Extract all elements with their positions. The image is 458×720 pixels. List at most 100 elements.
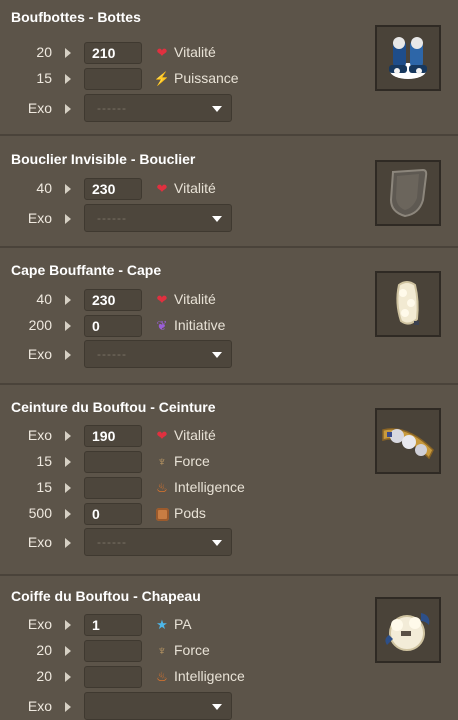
stat-level: 15: [36, 479, 52, 495]
expand-arrow-icon[interactable]: [65, 672, 71, 682]
heart-icon: ❤: [156, 428, 168, 443]
exo-placeholder: ------: [97, 535, 127, 549]
heart-icon: ❤: [156, 181, 168, 196]
stat-value-input[interactable]: [84, 640, 142, 662]
stat-label: Vitalité: [174, 44, 216, 60]
expand-arrow-icon[interactable]: [65, 620, 71, 630]
item-image: [375, 408, 441, 474]
item-title: Coiffe du Bouftou - Chapeau: [11, 588, 201, 604]
stat-level: 20: [36, 668, 52, 684]
stat-value-input[interactable]: 210: [84, 42, 142, 64]
stat-label: Initiative: [174, 317, 226, 333]
exo-label: Exo: [27, 346, 52, 362]
stat-value-input[interactable]: 190: [84, 425, 142, 447]
stat-level: 500: [28, 505, 52, 521]
stat-level: 40: [36, 180, 52, 196]
exo-label: Exo: [27, 210, 52, 226]
item-card: Boufbottes - Bottes 20 210 ❤ Vitalité 15…: [0, 0, 458, 136]
expand-arrow-icon[interactable]: [65, 457, 71, 467]
stat-row: Exo 190 ❤ Vitalité: [0, 425, 300, 447]
wing-icon: ❦: [156, 318, 168, 333]
star-icon: ★: [156, 617, 168, 632]
exo-placeholder: ------: [97, 101, 127, 115]
stat-label: Force: [174, 642, 210, 658]
stat-value-input[interactable]: [84, 477, 142, 499]
stat-row: 20 210 ❤ Vitalité: [0, 42, 300, 64]
chevron-down-icon: [212, 704, 222, 710]
lightning-icon: ⚡: [153, 71, 171, 86]
stat-label: Vitalité: [174, 180, 216, 196]
stat-label: Vitalité: [174, 291, 216, 307]
item-title: Ceinture du Bouftou - Ceinture: [11, 399, 216, 415]
exo-select[interactable]: ------: [84, 204, 232, 232]
boots-icon: [389, 37, 427, 79]
stat-label: Puissance: [174, 70, 239, 86]
expand-arrow-icon[interactable]: [65, 350, 71, 360]
exo-placeholder: ------: [97, 347, 127, 361]
exo-select[interactable]: [84, 692, 232, 720]
stat-level: Exo: [27, 616, 52, 632]
stat-level: 15: [36, 70, 52, 86]
expand-arrow-icon[interactable]: [65, 538, 71, 548]
stat-value-input[interactable]: [84, 68, 142, 90]
force-icon: ♆: [157, 454, 167, 469]
stat-value-input[interactable]: 230: [84, 289, 142, 311]
stat-row: 20 ♆ Force: [0, 640, 300, 662]
stat-level: 20: [36, 44, 52, 60]
expand-arrow-icon[interactable]: [65, 483, 71, 493]
chevron-down-icon: [212, 540, 222, 546]
hat-icon: [385, 613, 430, 651]
item-card: Cape Bouffante - Cape 40 230 ❤ Vitalité …: [0, 248, 458, 385]
stat-row: 500 0 Pods: [0, 503, 300, 525]
shield-icon: [389, 168, 428, 218]
item-title: Cape Bouffante - Cape: [11, 262, 162, 278]
stat-row: 200 0 ❦ Initiative: [0, 315, 300, 337]
stat-row: 15 ⚡ Puissance: [0, 68, 300, 90]
stat-row: 20 ♨ Intelligence: [0, 666, 300, 688]
exo-select[interactable]: ------: [84, 528, 232, 556]
exo-row: Exo: [0, 692, 300, 720]
stat-label: Intelligence: [174, 479, 245, 495]
expand-arrow-icon[interactable]: [65, 431, 71, 441]
exo-label: Exo: [27, 534, 52, 550]
stat-value-input[interactable]: 0: [84, 503, 142, 525]
chevron-down-icon: [212, 216, 222, 222]
expand-arrow-icon[interactable]: [65, 509, 71, 519]
pods-icon: [154, 506, 170, 522]
heart-icon: ❤: [156, 45, 168, 60]
exo-select[interactable]: ------: [84, 94, 232, 122]
exo-row: Exo ------: [0, 340, 300, 368]
item-image: [375, 597, 441, 663]
stat-row: 40 230 ❤ Vitalité: [0, 289, 300, 311]
chevron-down-icon: [212, 106, 222, 112]
expand-arrow-icon[interactable]: [65, 104, 71, 114]
expand-arrow-icon[interactable]: [65, 646, 71, 656]
item-title: Bouclier Invisible - Bouclier: [11, 151, 196, 167]
expand-arrow-icon[interactable]: [65, 48, 71, 58]
item-card: Coiffe du Bouftou - Chapeau Exo 1 ★ PA 2…: [0, 576, 458, 720]
expand-arrow-icon[interactable]: [65, 214, 71, 224]
stat-value-input[interactable]: 1: [84, 614, 142, 636]
stat-label: Vitalité: [174, 427, 216, 443]
stat-level: 200: [28, 317, 52, 333]
item-image: [375, 25, 441, 91]
stat-value-input[interactable]: [84, 666, 142, 688]
fire-icon: ♨: [156, 480, 168, 495]
stat-level: Exo: [27, 427, 52, 443]
expand-arrow-icon[interactable]: [65, 74, 71, 84]
expand-arrow-icon[interactable]: [65, 321, 71, 331]
stat-value-input[interactable]: [84, 451, 142, 473]
cape-icon: [396, 281, 419, 325]
expand-arrow-icon[interactable]: [65, 295, 71, 305]
stat-level: 15: [36, 453, 52, 469]
stat-value-input[interactable]: 0: [84, 315, 142, 337]
expand-arrow-icon[interactable]: [65, 184, 71, 194]
force-icon: ♆: [157, 643, 167, 658]
exo-select[interactable]: ------: [84, 340, 232, 368]
heart-icon: ❤: [156, 292, 168, 307]
exo-row: Exo ------: [0, 204, 300, 232]
exo-row: Exo ------: [0, 528, 300, 556]
stat-label: Force: [174, 453, 210, 469]
exo-placeholder: ------: [97, 211, 127, 225]
stat-value-input[interactable]: 230: [84, 178, 142, 200]
